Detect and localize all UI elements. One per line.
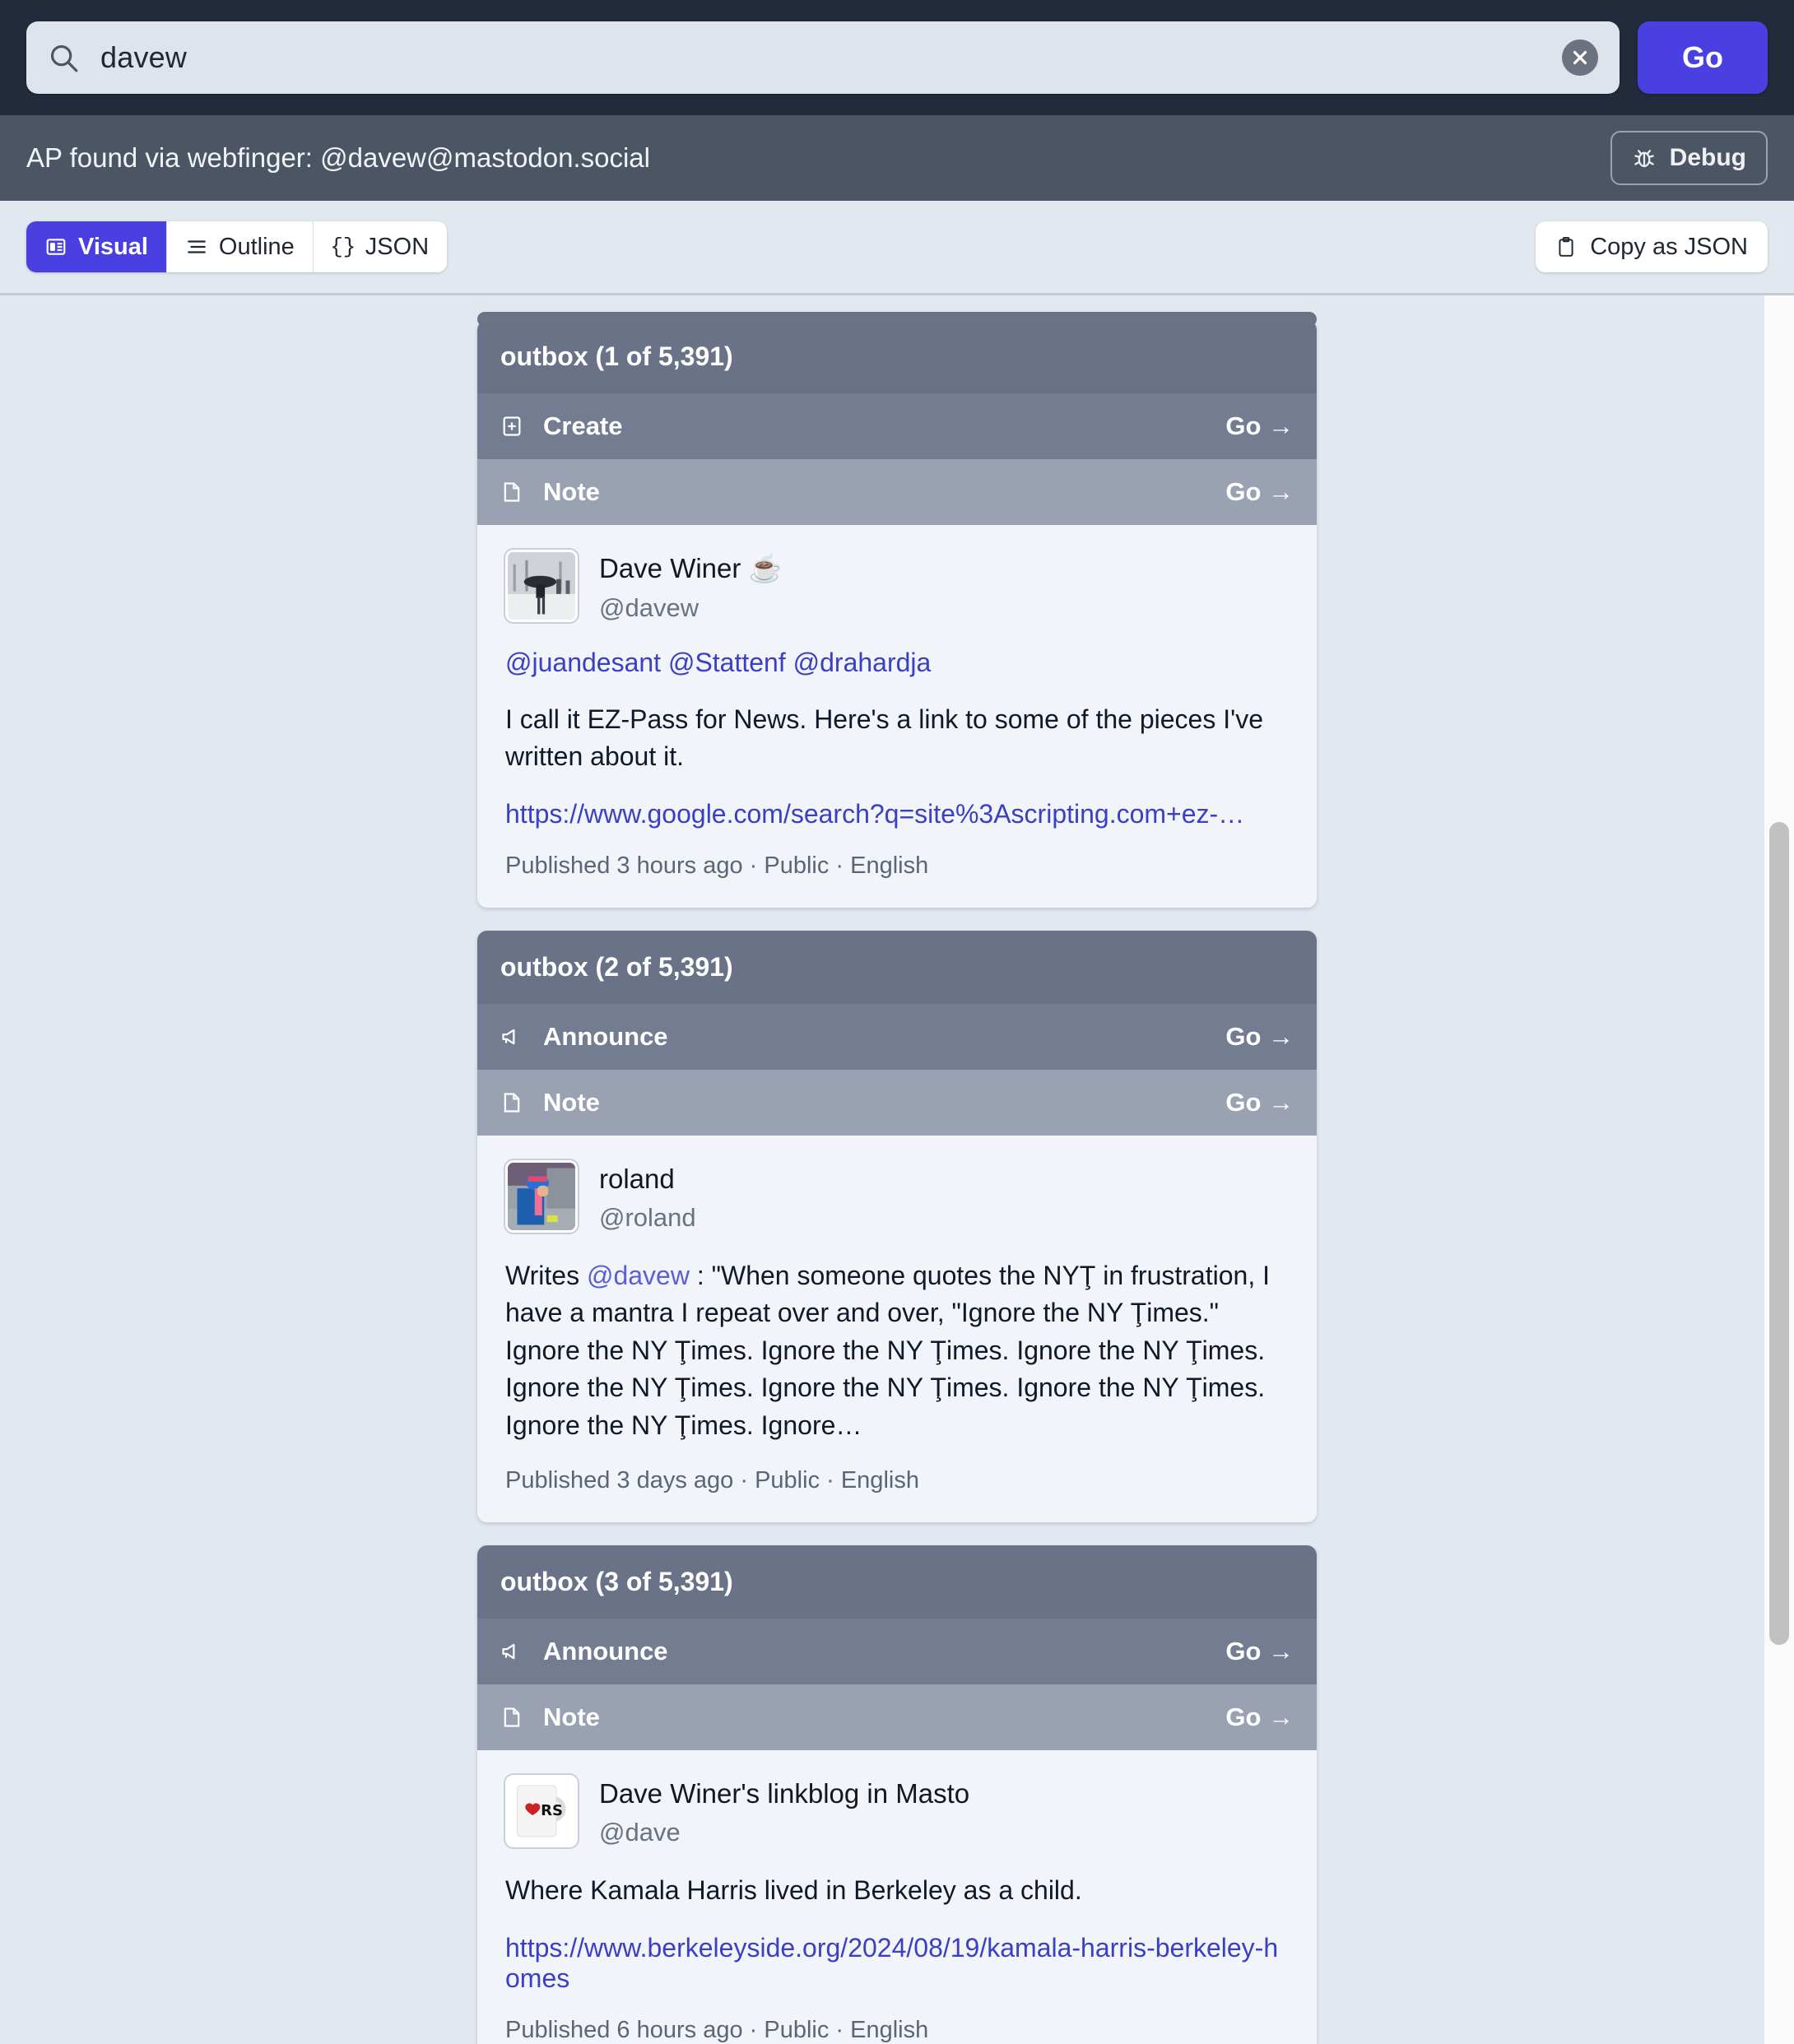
go-link[interactable]: Go → [1225, 411, 1294, 441]
post-handle: @dave [599, 1818, 969, 1847]
tab-outline-label: Outline [219, 234, 295, 261]
post-text-prefix: Writes [505, 1261, 587, 1290]
post-body: roland @roland Writes @davew : "When som… [477, 1136, 1317, 1522]
copy-as-json-label: Copy as JSON [1590, 234, 1748, 261]
post-display-name: Dave Winer's linkblog in Masto [599, 1778, 969, 1809]
debug-button[interactable]: Debug [1610, 131, 1768, 185]
search-bar: davew Go [0, 0, 1794, 115]
note-icon [500, 479, 525, 505]
avatar [505, 1160, 578, 1233]
webfinger-status-text: AP found via webfinger: @davew@mastodon.… [26, 142, 650, 174]
post-link[interactable]: https://www.berkeleyside.org/2024/08/19/… [505, 1933, 1289, 1994]
tab-visual-label: Visual [78, 234, 148, 261]
activity-row-label: Note [543, 1088, 600, 1117]
copy-as-json-button[interactable]: Copy as JSON [1536, 221, 1768, 272]
create-icon [500, 413, 525, 439]
bug-icon [1632, 146, 1657, 170]
post-body: Dave Winer ☕ @davew @juandesant @Statten… [477, 525, 1317, 908]
outbox-card: outbox (3 of 5,391) Announce Go → [477, 1545, 1317, 2044]
post-text-mention[interactable]: @davew [587, 1261, 690, 1290]
post-text: I call it EZ-Pass for News. Here's a lin… [505, 701, 1289, 776]
post-meta: Published 3 days ago · Public · English [505, 1467, 1289, 1494]
outbox-card: outbox (2 of 5,391) Announce Go → [477, 931, 1317, 1522]
activity-row-note[interactable]: Note Go → [477, 459, 1317, 525]
card-title: outbox (1 of 5,391) [477, 320, 1317, 393]
card-view-icon [44, 235, 67, 258]
activity-row-label: Announce [543, 1022, 668, 1052]
post-meta: Published 3 hours ago · Public · English [505, 852, 1289, 880]
go-button[interactable]: Go [1638, 21, 1768, 94]
activity-row-create[interactable]: Create Go → [477, 393, 1317, 459]
activity-row-announce[interactable]: Announce Go → [477, 1004, 1317, 1070]
activity-row-note[interactable]: Note Go → [477, 1684, 1317, 1750]
results-scroll-region[interactable]: outbox (1 of 5,391) Create Go → [0, 293, 1794, 2044]
tab-outline[interactable]: Outline [167, 221, 314, 272]
announce-icon [500, 1638, 525, 1665]
note-icon [500, 1704, 525, 1730]
avatar: RS [505, 1775, 578, 1847]
note-icon [500, 1089, 525, 1116]
previous-card-edge [477, 312, 1317, 327]
activity-row-announce[interactable]: Announce Go → [477, 1619, 1317, 1684]
scrollbar-track[interactable] [1764, 295, 1794, 2044]
post-handle: @davew [599, 593, 783, 623]
view-toolbar: Visual Outline {} JSON Copy as JSON [0, 201, 1794, 293]
results-column: outbox (1 of 5,391) Create Go → [477, 320, 1317, 2044]
post-handle: @roland [599, 1203, 696, 1233]
activity-row-label: Note [543, 477, 600, 507]
svg-text:RS: RS [541, 1802, 563, 1819]
post-link[interactable]: https://www.google.com/search?q=site%3As… [505, 799, 1289, 829]
avatar [505, 550, 578, 622]
go-link[interactable]: Go → [1225, 1637, 1294, 1666]
status-bar: AP found via webfinger: @davew@mastodon.… [0, 115, 1794, 201]
braces-icon: {} [332, 235, 355, 258]
tab-visual[interactable]: Visual [26, 221, 167, 272]
search-icon [48, 42, 79, 73]
activity-row-label: Announce [543, 1637, 668, 1666]
announce-icon [500, 1024, 525, 1050]
clear-icon[interactable] [1562, 39, 1598, 76]
scrollbar-thumb[interactable] [1769, 822, 1789, 1645]
card-title: outbox (3 of 5,391) [477, 1545, 1317, 1619]
tab-json-label: JSON [365, 234, 429, 261]
search-input-value[interactable]: davew [100, 40, 1541, 75]
go-link[interactable]: Go → [1225, 1088, 1294, 1117]
outbox-card: outbox (1 of 5,391) Create Go → [477, 320, 1317, 908]
go-link[interactable]: Go → [1225, 477, 1294, 507]
search-input[interactable]: davew [26, 21, 1620, 94]
go-link[interactable]: Go → [1225, 1022, 1294, 1052]
post-text: Writes @davew : "When someone quotes the… [505, 1257, 1289, 1444]
post-meta: Published 6 hours ago · Public · English [505, 2017, 1289, 2044]
clipboard-icon [1555, 235, 1577, 259]
activity-row-label: Note [543, 1703, 600, 1732]
card-title: outbox (2 of 5,391) [477, 931, 1317, 1004]
activity-row-label: Create [543, 411, 623, 441]
post-body: RS Dave Winer's linkblog in Masto @dave … [477, 1750, 1317, 2044]
view-mode-segmented-control: Visual Outline {} JSON [26, 221, 447, 272]
go-link[interactable]: Go → [1225, 1703, 1294, 1732]
post-mentions[interactable]: @juandesant @Stattenf @drahardja [505, 648, 1289, 678]
post-text: Where Kamala Harris lived in Berkeley as… [505, 1872, 1289, 1909]
post-display-name: Dave Winer ☕ [599, 553, 783, 585]
post-display-name: roland [599, 1164, 696, 1195]
outline-icon [185, 235, 208, 258]
debug-button-label: Debug [1670, 144, 1746, 172]
tab-json[interactable]: {} JSON [314, 221, 447, 272]
activity-row-note[interactable]: Note Go → [477, 1070, 1317, 1136]
